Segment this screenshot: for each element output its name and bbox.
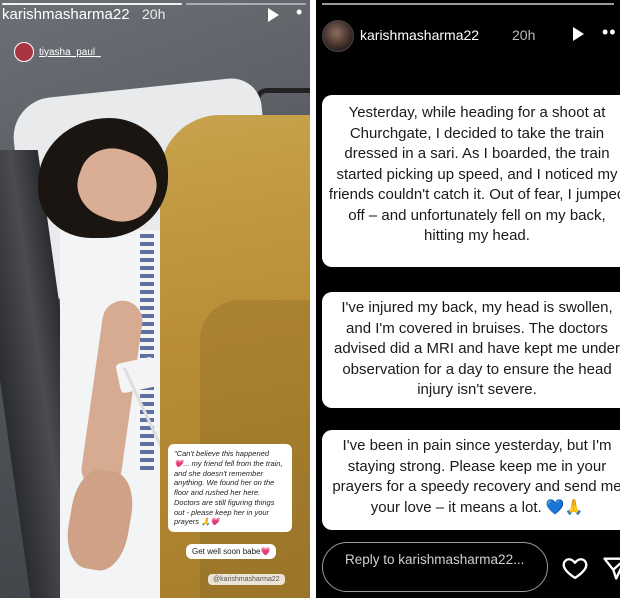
progress-bar-1 [2, 3, 182, 5]
story-text-block-3: I've been in pain since yesterday, but I… [322, 430, 620, 530]
send-icon[interactable] [601, 554, 620, 582]
get-well-sticker: Get well soon babe💗 [186, 544, 277, 559]
play-icon[interactable] [573, 27, 584, 41]
story-time: 20h [512, 27, 536, 43]
tagged-user[interactable]: tiyasha_paul_ [14, 42, 101, 62]
more-icon[interactable]: •• [602, 22, 617, 43]
reply-input[interactable]: Reply to karishmasharma22... [322, 542, 548, 592]
mention-sticker[interactable]: @karishmasharma22 [208, 574, 285, 585]
avatar[interactable] [322, 20, 354, 52]
story-caption: "Can't believe this happened 💗... my fri… [168, 444, 292, 532]
progress-bar [322, 3, 614, 5]
story-text-block-1: Yesterday, while heading for a shoot at … [322, 95, 620, 267]
story-username[interactable]: karishmasharma22 [2, 6, 130, 23]
tagged-user-name: tiyasha_paul_ [39, 46, 101, 58]
more-icon[interactable]: • [296, 2, 303, 23]
heart-icon[interactable] [561, 554, 589, 582]
progress-bar-2 [186, 3, 306, 5]
story-time: 20h [142, 6, 166, 22]
left-story: karishmasharma22 20h • tiyasha_paul_ "Ca… [0, 0, 310, 598]
story-text-block-2: I've injured my back, my head is swollen… [322, 292, 620, 408]
right-story: karishmasharma22 20h •• Yesterday, while… [316, 0, 620, 598]
story-username[interactable]: karishmasharma22 [360, 27, 479, 43]
tagged-user-avatar [14, 42, 34, 62]
play-icon[interactable] [268, 8, 279, 22]
